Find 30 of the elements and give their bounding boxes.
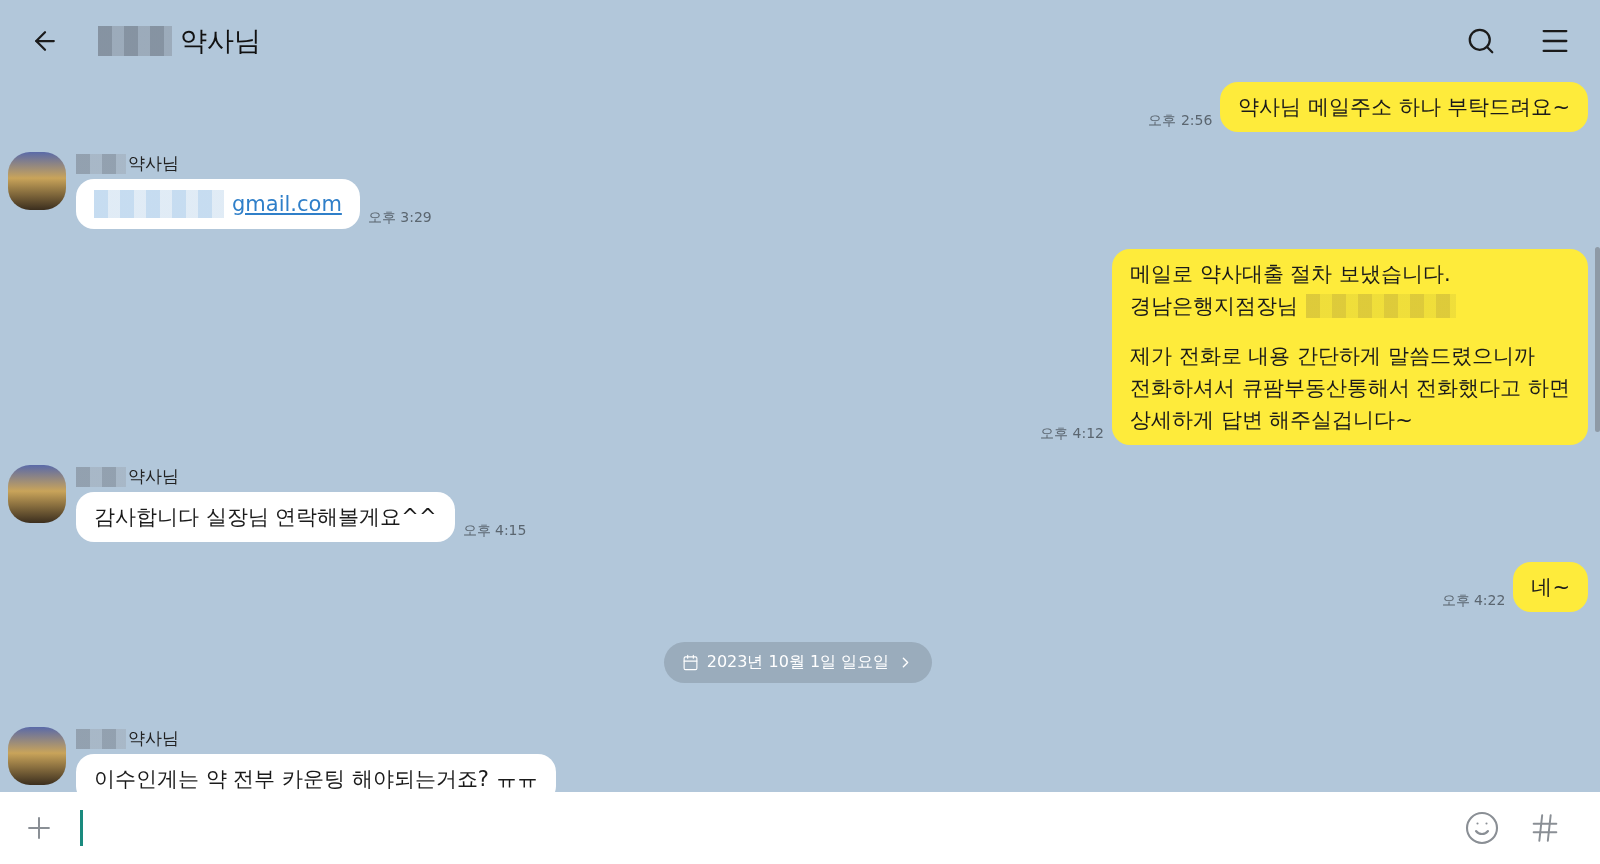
redacted-block bbox=[76, 728, 126, 749]
message-text: 네~ bbox=[1531, 574, 1570, 601]
message-text: 이수인게는 약 전부 카운팅 해야되는거죠? ㅠㅠ bbox=[94, 766, 538, 792]
calendar-icon bbox=[681, 654, 699, 671]
sender-name: 약사님 bbox=[128, 152, 179, 175]
sender-name: 약사님 bbox=[128, 465, 179, 488]
message-time: 오후 4:15 bbox=[462, 522, 527, 540]
sender-name: 약사님 bbox=[128, 727, 179, 750]
smiley-icon bbox=[1464, 810, 1500, 846]
search-icon bbox=[1466, 26, 1496, 56]
message-text: 감사합니다 실장님 연락해볼게요^^ bbox=[94, 504, 437, 531]
message-text: 메일로 약사대출 절차 보냈습니다. bbox=[1129, 261, 1451, 288]
chat-title: 약사님 bbox=[180, 24, 261, 58]
message-text: 상세하게 답변 해주실겁니다~ bbox=[1129, 407, 1413, 434]
email-link[interactable]: gmail.com bbox=[232, 190, 342, 218]
avatar-photo-placeholder[interactable] bbox=[8, 465, 66, 523]
message-text: 약사님 메일주소 하나 부탁드려요~ bbox=[1238, 94, 1570, 121]
message-text: 경남은행지점장님 bbox=[1129, 293, 1298, 320]
message-time: 오후 2:56 bbox=[1148, 112, 1213, 130]
message-text: 제가 전화로 내용 간단하게 말씀드렸으니까 bbox=[1129, 343, 1535, 370]
date-divider-button[interactable]: 2023년 10월 1일 일요일 bbox=[663, 642, 933, 683]
avatar-photo-placeholder[interactable] bbox=[8, 727, 66, 785]
message-text: 전화하셔서 큐팜부동산통해서 전화했다고 하면 bbox=[1129, 375, 1570, 402]
message-time: 오후 4:22 bbox=[1441, 592, 1506, 610]
message-time: 오후 3:29 bbox=[367, 209, 432, 227]
scrollbar[interactable] bbox=[1595, 247, 1600, 432]
message-time: 오후 4:12 bbox=[1040, 425, 1104, 443]
avatar-photo-placeholder[interactable] bbox=[8, 152, 66, 210]
redacted-block bbox=[76, 466, 126, 487]
redacted-block bbox=[76, 153, 126, 174]
